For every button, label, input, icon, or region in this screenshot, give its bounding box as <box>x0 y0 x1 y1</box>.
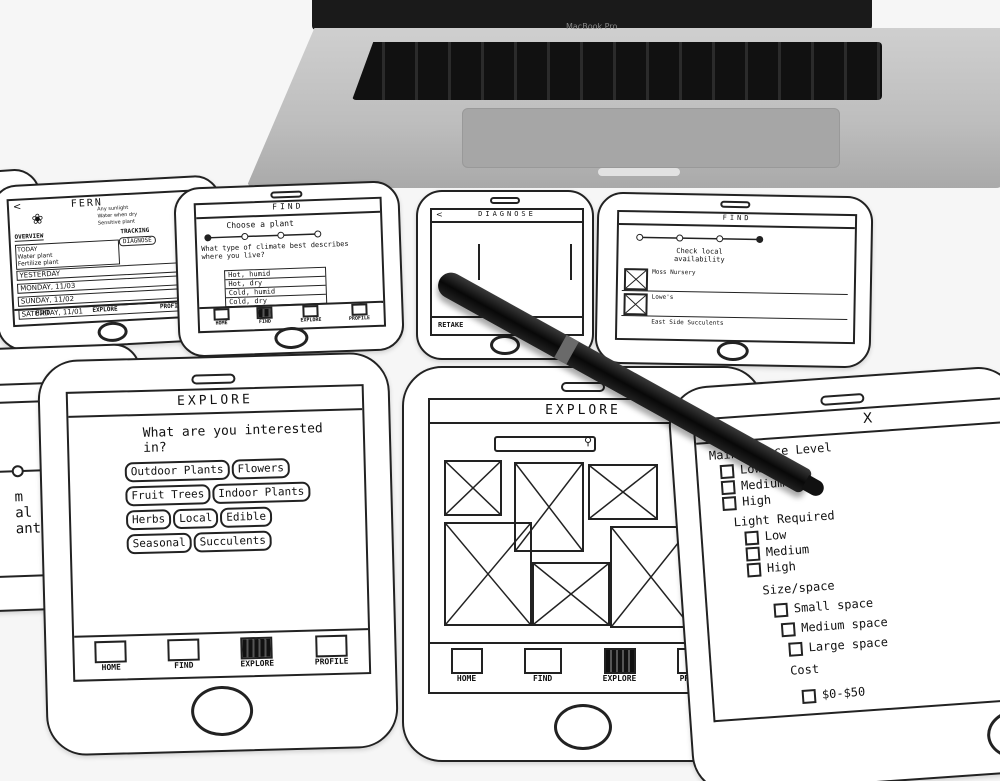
availability-heading: Check local availability <box>673 246 725 264</box>
tab-home[interactable]: HOME <box>450 648 483 692</box>
speaker <box>561 382 605 392</box>
chip-flowers[interactable]: Flowers <box>231 458 291 480</box>
store-list: Moss Nursery Lowe's East Side Succulents <box>621 266 849 332</box>
back-icon[interactable]: < <box>13 202 22 213</box>
checkbox[interactable] <box>801 688 817 704</box>
back-icon[interactable]: < <box>436 210 443 219</box>
checkbox[interactable] <box>721 495 737 511</box>
tab-explore[interactable]: EXPLORE <box>92 306 118 321</box>
home-button <box>190 685 254 737</box>
store-image-placeholder <box>623 268 649 291</box>
availability-screen: FIND Check local availability Moss Nurse… <box>614 209 858 345</box>
checkbox[interactable] <box>745 546 761 562</box>
speaker <box>270 190 303 199</box>
close-icon[interactable]: X <box>862 410 873 427</box>
laptop-trackpad <box>462 108 840 168</box>
diagnose-button[interactable]: DIAGNOSE <box>118 235 157 247</box>
checkbox[interactable] <box>719 463 735 479</box>
checkbox[interactable] <box>780 621 796 637</box>
plant-card[interactable] <box>444 522 532 626</box>
laptop-keyboard <box>352 42 882 100</box>
phone-explore-interests: EXPLORE What are you interested in? Outd… <box>36 351 400 757</box>
checkbox[interactable] <box>773 602 789 618</box>
fern-leaf-icon: ❀ <box>31 211 44 228</box>
availability-title: FIND <box>618 211 856 230</box>
checkbox[interactable] <box>788 641 804 657</box>
interest-chips: Outdoor Plants Flowers Fruit Trees Indoor … <box>124 454 362 556</box>
chip-local[interactable]: Local <box>172 507 219 530</box>
home-button <box>985 706 1000 762</box>
photo-scene: MacBook Pro < FERN ❀ Any sunlight Water … <box>0 0 1000 781</box>
speaker <box>720 200 751 209</box>
store-name: Moss Nursery <box>652 268 696 277</box>
interests-question: What are you interested in? <box>142 421 323 456</box>
progress-dots <box>636 233 764 243</box>
speaker <box>820 392 865 406</box>
checkbox[interactable] <box>746 562 762 577</box>
speaker <box>191 373 236 385</box>
home-button <box>274 326 309 350</box>
pen-ring <box>554 334 579 365</box>
search-icon[interactable]: ⚲ <box>584 435 592 448</box>
plant-card[interactable] <box>532 562 610 626</box>
tracking-label[interactable]: TRACKING <box>120 227 149 236</box>
tab-find[interactable]: FIND <box>36 309 51 324</box>
laptop-brand: MacBook Pro <box>566 22 618 31</box>
plant-card[interactable] <box>588 464 658 520</box>
explore-interests-screen: EXPLORE What are you interested in? Outd… <box>65 384 372 682</box>
phone-find-availability: FIND Check local availability Moss Nurse… <box>594 191 874 369</box>
camera-viewfinder <box>478 244 572 280</box>
checkbox[interactable] <box>744 530 760 546</box>
find-screen: FIND Choose a plant What type of climate… <box>193 196 387 334</box>
tab-find[interactable]: FIND <box>167 638 200 678</box>
tab-profile[interactable]: PROFILE <box>314 634 349 674</box>
store-name: Lowe's <box>651 293 674 301</box>
tab-find[interactable]: FIND <box>256 306 273 330</box>
home-button <box>97 321 129 343</box>
explore-title: EXPLORE <box>67 386 363 418</box>
search-input[interactable]: ⚲ <box>494 435 596 452</box>
store-image-placeholder <box>623 293 648 316</box>
home-button <box>554 704 612 750</box>
laptop-notch <box>598 168 680 176</box>
chip-herbs[interactable]: Herbs <box>125 509 172 531</box>
chip-fruit-trees[interactable]: Fruit Trees <box>125 484 211 507</box>
phone-find-quiz: FIND Choose a plant What type of climate… <box>173 180 405 358</box>
home-button <box>490 335 520 355</box>
filter-heading: Cost <box>789 661 820 678</box>
chip-outdoor-plants[interactable]: Outdoor Plants <box>124 459 230 483</box>
home-button <box>716 340 749 362</box>
store-row[interactable]: East Side Succulents <box>621 316 847 332</box>
chip-seasonal[interactable]: Seasonal <box>126 532 192 555</box>
tab-explore[interactable]: EXPLORE <box>240 636 275 676</box>
overview-label[interactable]: OVERVIEW <box>14 232 44 242</box>
tab-explore[interactable]: EXPLORE <box>603 648 636 692</box>
chip-edible[interactable]: Edible <box>220 506 273 528</box>
store-name: East Side Succulents <box>651 318 724 327</box>
tab-explore[interactable]: EXPLORE <box>300 304 322 328</box>
chip-succulents[interactable]: Succulents <box>193 530 273 553</box>
filter-option[interactable]: $0-$50 <box>726 682 893 710</box>
find-title: FIND <box>195 198 381 220</box>
tab-home[interactable]: HOME <box>213 308 230 331</box>
tab-home[interactable]: HOME <box>94 640 128 679</box>
plant-card[interactable] <box>444 460 502 516</box>
diagnose-title: DIAGNOSE <box>432 210 582 223</box>
tab-profile[interactable]: PROFILE <box>348 303 370 326</box>
climate-options: Hot, humid Hot, dry Cold, humid Cold, dr… <box>224 266 328 308</box>
checkbox[interactable] <box>720 479 736 495</box>
find-prompt: Choose a plant <box>226 218 295 231</box>
explore-interests-tabbar: HOME FIND EXPLORE PROFILE <box>74 628 370 680</box>
speaker <box>490 197 520 204</box>
care-note: Sensitive plant <box>97 218 136 227</box>
chip-indoor-plants[interactable]: Indoor Plants <box>212 481 311 505</box>
fern-care-notes: Any sunlight Water when dry Sensitive pl… <box>97 204 138 227</box>
tab-find[interactable]: FIND <box>523 648 562 692</box>
find-question: What type of climate best describes wher… <box>201 239 349 262</box>
retake-button[interactable]: RETAKE <box>438 321 463 329</box>
